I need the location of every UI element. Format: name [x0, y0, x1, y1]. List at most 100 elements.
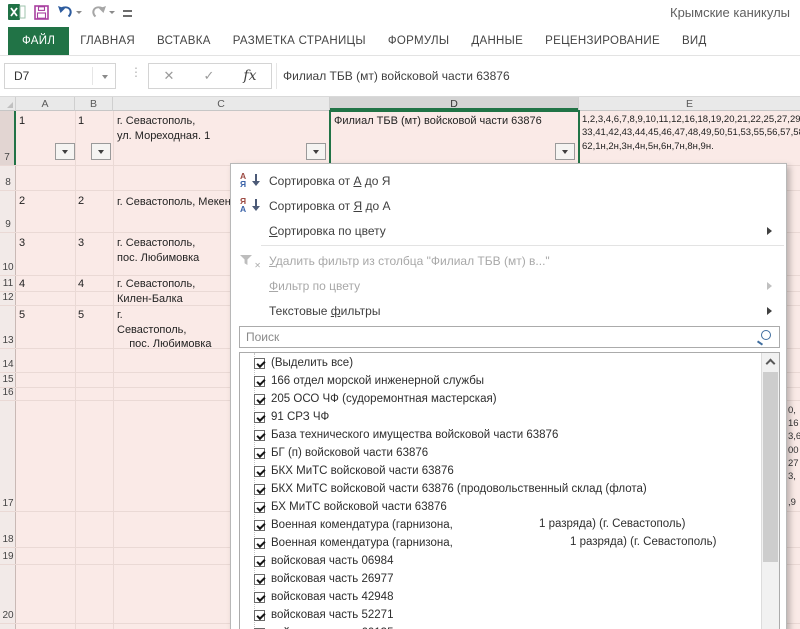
menu-item-text-filters[interactable]: Текстовые фильтры: [231, 298, 786, 323]
scrollbar-thumb[interactable]: [763, 372, 778, 562]
cell-a7[interactable]: 1: [19, 114, 25, 129]
filter-list-item[interactable]: войсковая часть 52271: [240, 606, 761, 624]
filter-list-item[interactable]: войсковая часть 06984: [240, 552, 761, 570]
checkbox-checked-icon[interactable]: [254, 412, 265, 423]
cell-a9[interactable]: 2: [19, 194, 25, 209]
row-header-10[interactable]: 10: [0, 232, 16, 275]
filter-list-item[interactable]: БКХ МиТС войсковой части 63876 (продовол…: [240, 480, 761, 498]
tab-file[interactable]: ФАЙЛ: [8, 27, 69, 55]
checkbox-checked-icon[interactable]: [254, 610, 265, 621]
cell-c13[interactable]: г. Севастополь, пос. Любимовка: [117, 308, 212, 352]
filter-list-item[interactable]: БГ (п) войсковой части 63876: [240, 444, 761, 462]
filter-list-item[interactable]: БКХ МиТС войсковой части 63876: [240, 462, 761, 480]
cell-c10[interactable]: г. Севастополь, пос. Любимовка: [117, 236, 199, 265]
customize-quick-access-icon[interactable]: [123, 8, 132, 17]
tab-page-layout[interactable]: РАЗМЕТКА СТРАНИЦЫ: [222, 27, 377, 55]
row-header-20[interactable]: 20: [0, 564, 16, 623]
filter-list-item[interactable]: 205 ОСО ЧФ (судоремонтная мастерская): [240, 390, 761, 408]
filter-search-input[interactable]: [240, 327, 749, 347]
checkbox-checked-icon[interactable]: [254, 484, 265, 495]
filter-list-item[interactable]: База технического имущества войсковой ча…: [240, 426, 761, 444]
scrollbar[interactable]: [761, 353, 779, 629]
row-header-11[interactable]: 11: [0, 275, 16, 291]
row-header-13[interactable]: 13: [0, 305, 16, 348]
checkbox-checked-icon[interactable]: [254, 448, 265, 459]
cell-e7[interactable]: 1,2,3,4,6,7,8,9,10,11,12,16,18,19,20,21,…: [582, 113, 800, 156]
filter-list-item[interactable]: Военная комендатура (гарнизона,1 разряда…: [240, 534, 761, 552]
checkbox-checked-icon[interactable]: [254, 592, 265, 603]
checkbox-checked-icon[interactable]: [254, 556, 265, 567]
enter-icon[interactable]: ✓: [203, 68, 214, 84]
checkbox-checked-icon[interactable]: [254, 502, 265, 513]
row-header-19[interactable]: 19: [0, 547, 16, 564]
filter-list-item[interactable]: 166 отдел морской инженерной службы: [240, 372, 761, 390]
tab-data[interactable]: ДАННЫЕ: [460, 27, 534, 55]
checkbox-checked-icon[interactable]: [254, 466, 265, 477]
row-header-16[interactable]: 16: [0, 387, 16, 400]
cell-a10[interactable]: 3: [19, 236, 25, 251]
filter-list-item[interactable]: войсковая часть 60135: [240, 624, 761, 629]
checkbox-checked-icon[interactable]: [254, 538, 265, 549]
tab-home[interactable]: ГЛАВНАЯ: [69, 27, 146, 55]
checkbox-checked-icon[interactable]: [254, 358, 265, 369]
cell-c7[interactable]: г. Севастополь, ул. Мореходная. 1: [117, 114, 210, 143]
redo-dropdown-icon[interactable]: [109, 11, 115, 17]
row-header-18[interactable]: 18: [0, 511, 16, 547]
col-header-c[interactable]: C: [113, 97, 330, 111]
tab-review[interactable]: РЕЦЕНЗИРОВАНИЕ: [534, 27, 671, 55]
col-header-b[interactable]: B: [75, 97, 113, 111]
checkbox-checked-icon[interactable]: [254, 376, 265, 387]
row-header-12[interactable]: 12: [0, 291, 16, 305]
row-header-8[interactable]: 8: [0, 165, 16, 190]
search-icon[interactable]: [756, 330, 772, 346]
cell-b7[interactable]: 1: [78, 114, 84, 129]
filter-list-item[interactable]: (Выделить все): [240, 354, 761, 372]
cell-b10[interactable]: 3: [78, 236, 84, 251]
col-header-a[interactable]: A: [16, 97, 75, 111]
cell-b11[interactable]: 4: [78, 277, 84, 292]
insert-function-icon[interactable]: fx: [243, 68, 256, 84]
filter-button-b[interactable]: [91, 143, 111, 160]
filter-list-item[interactable]: войсковая часть 26977: [240, 570, 761, 588]
filter-list-item[interactable]: Военная комендатура (гарнизона,1 разряда…: [240, 516, 761, 534]
cell-a13[interactable]: 5: [19, 308, 25, 323]
scrollbar-up-icon[interactable]: [762, 353, 779, 370]
checkbox-checked-icon[interactable]: [254, 520, 265, 531]
filter-button-c[interactable]: [306, 143, 326, 160]
row-header-14[interactable]: 14: [0, 348, 16, 372]
row-header-15[interactable]: 15: [0, 372, 16, 387]
checkbox-checked-icon[interactable]: [254, 394, 265, 405]
tab-view[interactable]: ВИД: [671, 27, 718, 55]
filter-list-item[interactable]: БХ МиТС войсковой части 63876: [240, 498, 761, 516]
col-header-e[interactable]: E: [579, 97, 800, 111]
cell-c11[interactable]: г. Севастополь, Килен-Балка: [117, 277, 195, 306]
redo-icon[interactable]: [90, 5, 115, 19]
menu-item-sort-az[interactable]: А Я Сортировка от А до Я: [231, 168, 786, 193]
save-icon[interactable]: [34, 5, 49, 20]
tab-insert[interactable]: ВСТАВКА: [146, 27, 222, 55]
name-box[interactable]: D7: [4, 63, 116, 89]
row-header-9[interactable]: 9: [0, 190, 16, 232]
name-box-dropdown-icon[interactable]: [102, 75, 108, 82]
formula-input[interactable]: Филиал ТБВ (мт) войсковой части 63876: [283, 69, 510, 83]
filter-button-a[interactable]: [55, 143, 75, 160]
tab-formulas[interactable]: ФОРМУЛЫ: [377, 27, 461, 55]
excel-logo-icon[interactable]: [8, 4, 26, 20]
col-header-d[interactable]: D: [330, 97, 579, 111]
cell-a11[interactable]: 4: [19, 277, 25, 292]
checkbox-checked-icon[interactable]: [254, 574, 265, 585]
formula-bar-splitter[interactable]: ⋮: [130, 68, 142, 76]
filter-list-item[interactable]: 91 СРЗ ЧФ: [240, 408, 761, 426]
cell-c9[interactable]: г. Севастополь, Мекенз: [117, 195, 236, 210]
undo-icon[interactable]: [57, 5, 82, 19]
cell-b13[interactable]: 5: [78, 308, 84, 323]
checkbox-checked-icon[interactable]: [254, 430, 265, 441]
row-header-17[interactable]: 17: [0, 400, 16, 511]
cancel-icon[interactable]: ✕: [164, 68, 175, 84]
select-all-corner[interactable]: [0, 97, 16, 111]
cell-b9[interactable]: 2: [78, 194, 84, 209]
row-header-7[interactable]: 7: [0, 111, 16, 165]
menu-item-sort-by-color[interactable]: Сортировка по цвету: [231, 218, 786, 243]
filter-list-item[interactable]: войсковая часть 42948: [240, 588, 761, 606]
menu-item-sort-za[interactable]: Я А Сортировка от Я до А: [231, 193, 786, 218]
